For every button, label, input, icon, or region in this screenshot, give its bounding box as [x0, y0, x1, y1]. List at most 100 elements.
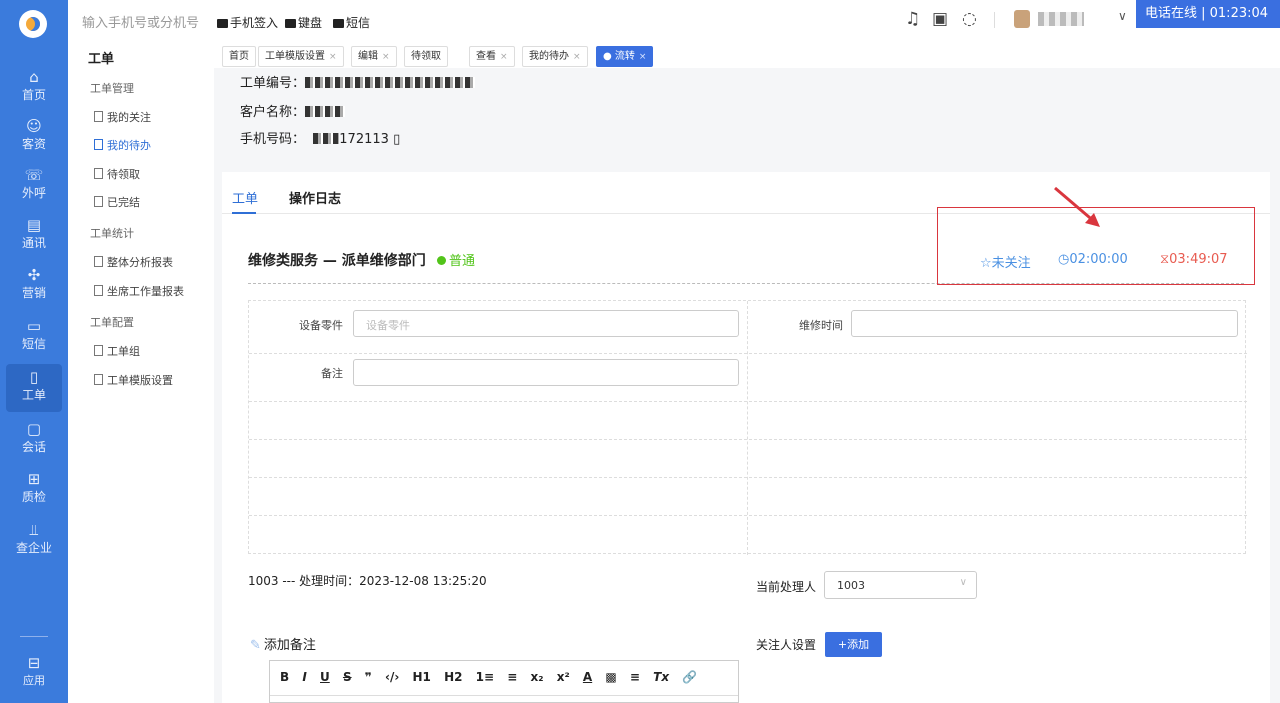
- follower-setting-label: 关注人设置: [756, 638, 817, 652]
- phone-status-text: 电话在线 | 01:23:04: [1145, 6, 1269, 21]
- add-follower-button[interactable]: +添加: [825, 632, 882, 657]
- rail-item-contacts[interactable]: ▤ 通讯: [0, 212, 68, 260]
- rail-item-marketing[interactable]: ✣ 营销: [0, 262, 68, 310]
- dial-search-input[interactable]: 输入手机号或分机号: [82, 12, 199, 31]
- left-rail: ⌂ 首页 ☺ 客资 ☏ 外呼 ▤ 通讯 ✣ 营销 ▭ 短信 ▯ 工单 ▢ 会话 ⊞ 质检 ⫫ 查企业…: [0, 0, 68, 703]
- superscript-button[interactable]: x²: [557, 670, 570, 684]
- app-logo[interactable]: [19, 10, 47, 38]
- rail-item-inspect[interactable]: ⊞ 质检: [0, 466, 68, 514]
- part-input[interactable]: 设备零件: [353, 310, 739, 337]
- avatar[interactable]: [1014, 10, 1030, 28]
- bullet-list-button[interactable]: ≡: [507, 670, 517, 684]
- phone-checkin-button[interactable]: 手机签入: [217, 14, 278, 31]
- ordered-list-button[interactable]: 1≡: [476, 670, 494, 684]
- bold-button[interactable]: B: [280, 670, 289, 684]
- rail-label: 工单: [21, 388, 46, 402]
- h1-button[interactable]: H1: [412, 670, 430, 684]
- tab-home[interactable]: 首页: [222, 46, 256, 67]
- rail-item-customers[interactable]: ☺ 客资: [0, 113, 68, 161]
- tab-order[interactable]: 工单: [232, 188, 258, 207]
- subnav-item-my-follow[interactable]: 我的关注: [94, 109, 151, 125]
- tab-to-claim[interactable]: 待领取: [404, 46, 448, 67]
- subnav-item-completed[interactable]: 已完结: [94, 194, 140, 210]
- quote-button[interactable]: ❞: [365, 670, 372, 684]
- rail-item-workorder[interactable]: ▯ 工单: [6, 364, 62, 412]
- underline-button[interactable]: U: [320, 670, 330, 684]
- tab-edit[interactable]: 编辑 ×: [351, 46, 397, 67]
- close-icon[interactable]: ×: [329, 52, 337, 62]
- subnav-item-my-todo[interactable]: 我的待办: [94, 137, 151, 153]
- grid-line: [747, 301, 748, 555]
- rail-item-outbound[interactable]: ☏ 外呼: [0, 162, 68, 210]
- tab-view[interactable]: 查看 ×: [469, 46, 515, 67]
- phone-icon: ☏: [24, 166, 44, 184]
- subnav-item-agent-report[interactable]: 坐席工作量报表: [94, 283, 184, 299]
- close-icon[interactable]: ×: [573, 52, 581, 62]
- monitor-icon[interactable]: ▣: [932, 9, 948, 29]
- tab-template-settings[interactable]: 工单模版设置 ×: [258, 46, 344, 67]
- subscript-button[interactable]: x₂: [531, 670, 544, 684]
- phone-status-button[interactable]: 电话在线 | 01:23:04 ▼: [1136, 0, 1280, 49]
- subnav-item-order-group[interactable]: 工单组: [94, 343, 140, 359]
- keyboard-label: 键盘: [298, 16, 323, 30]
- rail-item-chat[interactable]: ▢ 会话: [0, 416, 68, 464]
- strike-button[interactable]: S: [343, 670, 352, 684]
- close-icon[interactable]: ×: [382, 52, 390, 62]
- subnav-item-template-settings[interactable]: 工单模版设置: [94, 372, 173, 388]
- copy-icon[interactable]: ▯: [393, 132, 400, 147]
- rich-text-editor[interactable]: B I U S ❞ ‹/› H1 H2 1≡ ≡ x₂ x² A ▩ ≡ Tx …: [269, 660, 739, 703]
- order-number-redacted: [305, 77, 476, 88]
- remark-label: 备注: [321, 367, 343, 380]
- rail-item-sms[interactable]: ▭ 短信: [0, 313, 68, 361]
- subnav-group: 工单配置: [90, 316, 134, 329]
- background-color-button[interactable]: ▩: [605, 670, 616, 684]
- grid-line: [249, 439, 1247, 440]
- font-color-button[interactable]: A: [583, 670, 592, 684]
- italic-button[interactable]: I: [302, 670, 306, 684]
- subnav-item-label: 我的待办: [107, 139, 151, 152]
- annotation-arrow-icon: [1054, 186, 1100, 227]
- top-bar: 输入手机号或分机号 手机签入 键盘 短信 ♫ ▣ ◌ ∨ 电话在线 | 01:2…: [68, 0, 1280, 49]
- tab-my-todo[interactable]: 我的待办 ×: [522, 46, 588, 67]
- headset-icon[interactable]: ♫: [905, 9, 920, 29]
- close-icon[interactable]: ×: [639, 52, 647, 62]
- clipboard-icon: ▯: [29, 368, 39, 386]
- customer-name-redacted: [305, 106, 346, 117]
- order-number-label: 工单编号：: [240, 76, 306, 91]
- link-icon[interactable]: 🔗: [682, 670, 697, 684]
- tab-operation-log[interactable]: 操作日志: [289, 188, 341, 207]
- service-title: 维修类服务 — 派单维修部门: [248, 253, 426, 269]
- remark-input[interactable]: [353, 359, 739, 386]
- keyboard-button[interactable]: 键盘: [285, 14, 322, 31]
- repair-time-input[interactable]: [851, 310, 1238, 337]
- code-button[interactable]: ‹/›: [385, 670, 399, 684]
- h2-button[interactable]: H2: [444, 670, 462, 684]
- sms-button[interactable]: 短信: [333, 14, 370, 31]
- align-button[interactable]: ≡: [630, 670, 640, 684]
- subnav-item-label: 工单组: [107, 345, 140, 358]
- active-tab-indicator: [232, 212, 256, 214]
- rail-divider: [20, 636, 48, 637]
- message-icon[interactable]: ◌: [962, 9, 977, 29]
- clear-format-button[interactable]: Tx: [653, 670, 669, 684]
- document-icon: [94, 374, 103, 385]
- phone-number-value: 172113: [339, 132, 389, 147]
- priority-badge: 普通: [437, 250, 475, 269]
- chevron-down-icon: ∨: [959, 577, 967, 588]
- current-handler-select[interactable]: 1003 ∨: [824, 571, 977, 599]
- tab-label: 工单模版设置: [265, 51, 325, 62]
- close-icon[interactable]: ×: [500, 52, 508, 62]
- editor-toolbar: B I U S ❞ ‹/› H1 H2 1≡ ≡ x₂ x² A ▩ ≡ Tx …: [280, 670, 706, 684]
- tab-transfer[interactable]: ● 流转 ×: [596, 46, 654, 67]
- grid-line: [249, 401, 1247, 402]
- grid-line: [249, 477, 1247, 478]
- rail-item-company[interactable]: ⫫ 查企业: [0, 517, 68, 565]
- editor-divider: [270, 695, 738, 696]
- subnav-item-label: 坐席工作量报表: [107, 285, 184, 298]
- subnav-item-overall-report[interactable]: 整体分析报表: [94, 254, 173, 270]
- rail-item-apps[interactable]: ⊟ 应用: [0, 650, 68, 698]
- inspect-icon: ⊞: [27, 470, 41, 488]
- rail-item-home[interactable]: ⌂ 首页: [0, 64, 68, 112]
- subnav-item-to-claim[interactable]: 待领取: [94, 166, 140, 182]
- chevron-down-icon[interactable]: ∨: [1118, 9, 1127, 23]
